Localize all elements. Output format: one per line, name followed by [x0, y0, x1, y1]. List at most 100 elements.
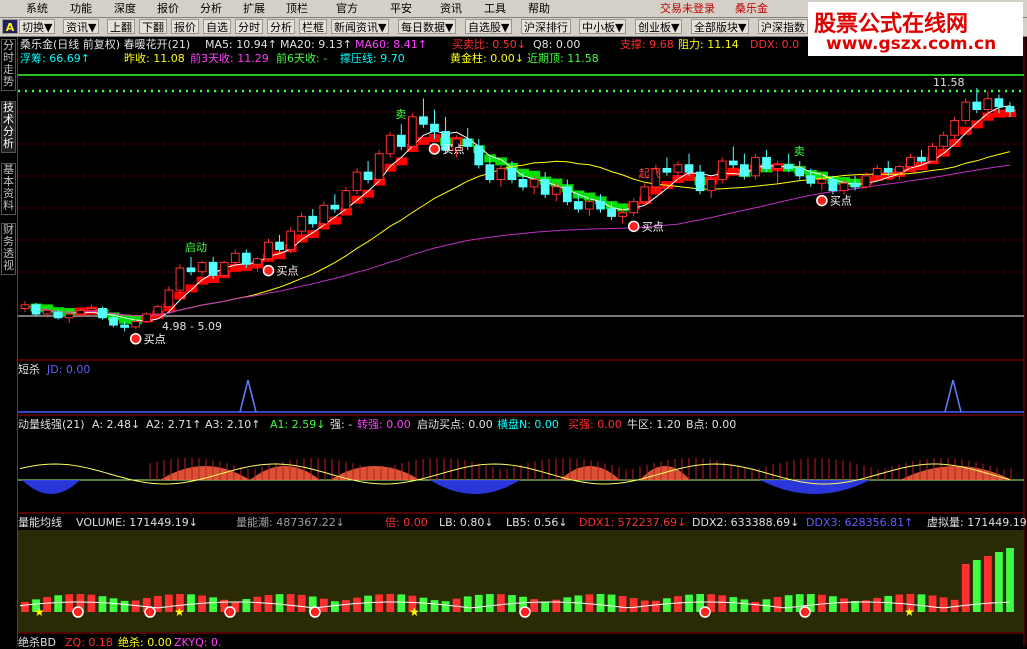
candle-body: [784, 164, 794, 169]
logo-url: www.gszx.com.cn: [826, 34, 997, 54]
prev3-close: 前3天收: 11.29: [190, 52, 269, 65]
candle-body: [540, 179, 550, 195]
candle-body: [374, 153, 384, 181]
volume-star-icon: ★: [904, 605, 915, 619]
jd-spike: [239, 379, 257, 413]
buy-point-marker: [428, 143, 441, 155]
volume-bar: [663, 598, 671, 612]
ma20-value: MA20: 9.13↑: [280, 38, 352, 51]
volume-bar: [209, 597, 218, 612]
duansha-jd-value: JD: 0.00: [47, 363, 91, 376]
candle-body: [972, 101, 982, 110]
volume-signal-marker: [519, 606, 531, 618]
trend-ribbon-segment: [971, 120, 983, 129]
candle-body: [42, 309, 52, 315]
candle-body: [131, 320, 141, 328]
candle-body: [507, 167, 517, 181]
candle-body: [352, 171, 362, 192]
momentum-a1: A1: 2.59↓: [270, 418, 326, 431]
volume-value: VOLUME: 171449.19↓: [76, 516, 198, 529]
candle-body: [817, 179, 827, 184]
volume-bar: [165, 594, 173, 612]
volume-bar: [21, 602, 29, 612]
candle-body: [396, 134, 406, 147]
candle-body: [430, 123, 439, 133]
momentum-area: [430, 480, 520, 494]
signal-label: 启动: [185, 241, 207, 254]
volume-lb5: LB5: 0.56↓: [506, 516, 568, 529]
volume-bar: [275, 594, 284, 612]
candle-body: [762, 156, 771, 169]
candle-body: [596, 201, 605, 210]
candle-body: [529, 179, 539, 188]
stock-title: 桑乐金(日线 前复权) 春暖花开(21): [20, 38, 191, 51]
volume-bar: [430, 600, 439, 612]
volume-background: [18, 530, 1024, 632]
momentum-strong: 强: -: [330, 418, 353, 431]
candle-body: [186, 267, 196, 273]
candle-body: [197, 261, 207, 273]
trend-ribbon-segment: [296, 234, 308, 243]
candle-body: [175, 267, 185, 291]
volume-bar: [120, 600, 129, 612]
volume-signal-marker: [799, 606, 811, 618]
candle-body: [319, 204, 329, 225]
candle-body: [928, 145, 937, 162]
recent-top: 近期顶: 11.58: [527, 52, 599, 65]
volume-bar: [187, 594, 195, 612]
candle-body: [264, 241, 273, 260]
ma5-value: MA5: 10.94↑: [205, 38, 277, 51]
volume-bar: [253, 596, 262, 612]
volume-bar: [618, 595, 627, 612]
volume-bar: [452, 598, 461, 612]
volume-signal-marker: [144, 606, 156, 618]
volume-bar: [685, 594, 693, 612]
candle-body: [120, 324, 129, 328]
kline-chart[interactable]: 买点买点买点买点买点卖起飞卖启动★ ★ ★ ★: [0, 0, 1027, 646]
candle-body: [850, 182, 860, 188]
candle-body: [463, 138, 473, 147]
bottom-zkyq: ZKYQ: 0.: [174, 636, 222, 649]
volume-bar: [87, 594, 96, 612]
trend-ribbon-segment: [960, 126, 972, 135]
volume-multiple: 倍: 0.00: [385, 516, 428, 529]
candle-body: [950, 120, 960, 136]
buy-point-label: 买点: [144, 333, 166, 346]
trend-ribbon-segment: [395, 157, 408, 166]
volume-star-icon: ★: [34, 605, 45, 619]
resistance-value: 阻力: 11.14: [678, 38, 739, 51]
candle-body: [1005, 106, 1015, 113]
volume-bar: [939, 597, 948, 612]
candle-body: [153, 306, 163, 315]
volume-bar: [54, 595, 63, 612]
volume-bar: [441, 601, 450, 612]
momentum-area: [22, 480, 80, 494]
volume-star-icon: ★: [409, 605, 420, 619]
candle-body: [695, 171, 705, 192]
volume-signal-marker: [224, 606, 236, 618]
candle-body: [142, 313, 152, 322]
candle-body: [906, 156, 915, 168]
bottom-kill: 绝杀: 0.00: [118, 636, 172, 649]
buy-point-label: 买点: [642, 220, 664, 233]
candle-body: [53, 311, 63, 319]
candle-body: [773, 164, 782, 169]
volume-bar: [574, 595, 583, 612]
momentum-area: [900, 466, 1012, 480]
volume-ddx3: DDX3: 628356.81↑: [806, 516, 914, 529]
volume-ddx1: DDX1: 572237.69↓: [579, 516, 687, 529]
volume-bar: [607, 594, 616, 612]
candle-body: [629, 201, 639, 214]
candle-body: [75, 309, 85, 315]
volume-bar: [718, 595, 727, 612]
candle-body: [241, 252, 251, 265]
volume-bar: [651, 600, 660, 612]
ma60-value: MA60: 8.41↑: [355, 38, 427, 51]
volume-bar: [375, 594, 384, 612]
volume-signal-marker: [72, 606, 84, 618]
candle-body: [795, 167, 805, 177]
candle-body: [806, 175, 816, 184]
candle-body: [496, 167, 506, 181]
candle-body: [728, 160, 738, 166]
volume-bar: [530, 599, 538, 612]
